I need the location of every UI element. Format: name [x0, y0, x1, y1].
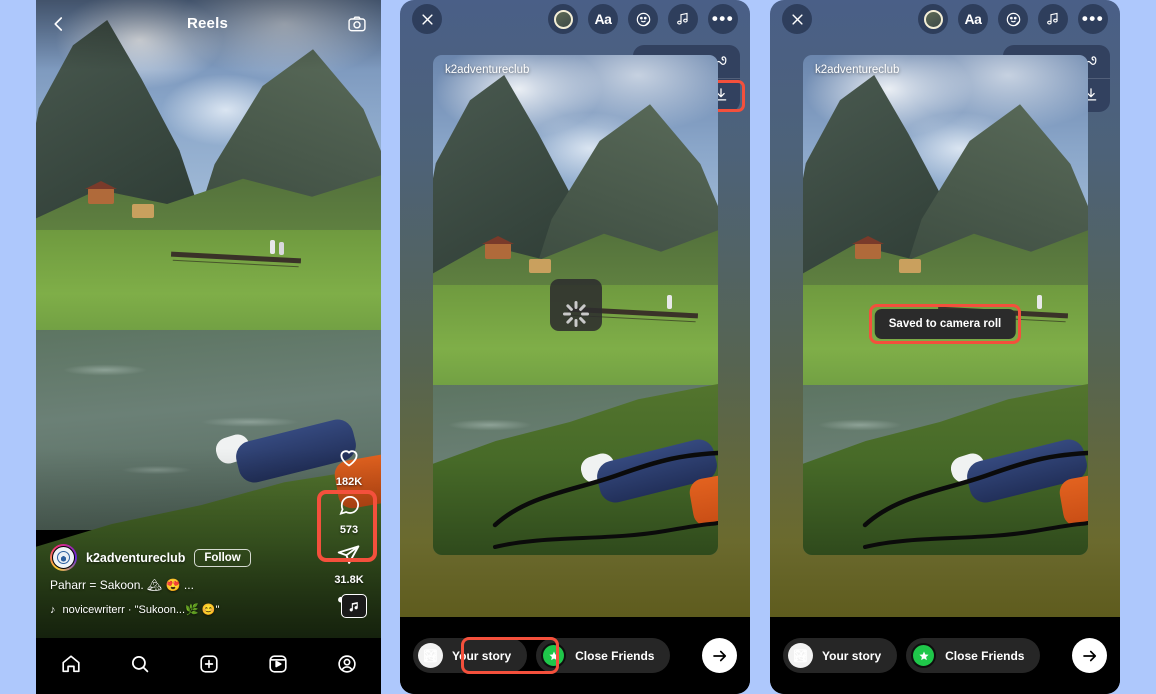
- camera-icon[interactable]: [347, 14, 367, 34]
- distant-person-a: [270, 240, 275, 254]
- author-username[interactable]: k2adventureclub: [86, 551, 185, 565]
- music-note-icon[interactable]: [668, 4, 698, 34]
- avatar[interactable]: [50, 544, 77, 571]
- story-card-username: k2adventureclub: [815, 64, 900, 76]
- share-count: 31.8K: [334, 574, 364, 586]
- close-friends-label: Close Friends: [945, 648, 1025, 663]
- comment-action[interactable]: 573: [338, 494, 361, 536]
- hut-lower: [899, 259, 921, 273]
- music-note-icon: ♪: [50, 603, 56, 616]
- hut-upper: [88, 188, 114, 204]
- editor-toolbar-3: Aa •••: [770, 0, 1120, 38]
- audio-thumbnail[interactable]: [341, 594, 367, 618]
- avatar: 🏞: [418, 643, 443, 668]
- reel-action-rail: 182K 573 31.8K •••: [325, 445, 373, 610]
- close-friends-label: Close Friends: [575, 648, 655, 663]
- color-circle-icon[interactable]: [548, 4, 578, 34]
- audio-attribution[interactable]: ♪ novicewriterr · "Sukoon...🌿 😊": [50, 603, 320, 617]
- follow-button[interactable]: Follow: [194, 548, 251, 567]
- author-row: k2adventureclub Follow: [50, 544, 320, 571]
- plus-square-icon[interactable]: [198, 653, 220, 680]
- close-friends-button[interactable]: Close Friends: [906, 638, 1041, 673]
- editor-tool-group-2: Aa •••: [548, 4, 738, 34]
- reels-viewer-panel: Reels 182K 573 31.8K k2adventureclub Fol…: [36, 0, 381, 694]
- your-story-label: Your story: [452, 648, 512, 663]
- account-circle-icon[interactable]: [336, 653, 358, 680]
- status-toast: Saved to camera roll: [874, 309, 1016, 339]
- avatar: 🏞: [788, 643, 813, 668]
- story-share-bar-2: 🏞 Your story Close Friends: [400, 617, 750, 694]
- close-icon[interactable]: [782, 4, 812, 34]
- screenshot-stage: Reels 182K 573 31.8K k2adventureclub Fol…: [0, 0, 1156, 694]
- page-title: Reels: [186, 15, 229, 32]
- hut-lower: [132, 204, 154, 218]
- reel-caption: Paharr = Sakoon. 🏔 😍 ...: [50, 578, 194, 592]
- your-story-button[interactable]: 🏞 Your story: [783, 638, 898, 673]
- your-story-label: Your story: [822, 648, 882, 663]
- star-icon: [911, 643, 937, 668]
- reel-meta-block: k2adventureclub Follow Paharr = Sakoon. …: [50, 544, 320, 616]
- comment-count: 573: [339, 524, 359, 536]
- ellipsis-icon[interactable]: •••: [1078, 4, 1108, 34]
- arrow-right-icon[interactable]: [1072, 638, 1107, 673]
- close-icon[interactable]: [412, 4, 442, 34]
- reels-icon[interactable]: [267, 653, 289, 680]
- loading-spinner: [549, 279, 602, 331]
- music-note-icon[interactable]: [1038, 4, 1068, 34]
- story-share-bar-3: 🏞 Your story Close Friends: [770, 617, 1120, 694]
- home-icon[interactable]: [60, 653, 82, 680]
- editor-toolbar-2: Aa •••: [400, 0, 750, 38]
- story-editor-saved-panel: Aa ••• Draw: [770, 0, 1120, 694]
- hut-upper: [485, 243, 511, 259]
- ellipsis-icon[interactable]: •••: [708, 4, 738, 34]
- comment-bubble-icon: [338, 494, 361, 522]
- reels-header: Reels: [36, 0, 381, 47]
- sticker-smiley-icon[interactable]: [998, 4, 1028, 34]
- arrow-right-icon[interactable]: [702, 638, 737, 673]
- sticker-smiley-icon[interactable]: [628, 4, 658, 34]
- audio-text: novicewriterr · "Sukoon...🌿 😊": [62, 604, 220, 616]
- aa-text-icon[interactable]: Aa: [588, 4, 618, 34]
- hut-upper: [855, 243, 881, 259]
- editor-tool-group-3: Aa •••: [918, 4, 1108, 34]
- search-icon[interactable]: [129, 653, 151, 680]
- story-card-username: k2adventureclub: [445, 64, 530, 76]
- distant-person-b: [279, 242, 284, 255]
- aa-text-icon[interactable]: Aa: [958, 4, 988, 34]
- story-editor-saving-panel: Aa ••• Draw: [400, 0, 750, 694]
- hut-lower: [529, 259, 551, 273]
- story-preview-card-3[interactable]: k2adventureclub: [803, 55, 1088, 555]
- chevron-left-icon[interactable]: [50, 15, 68, 33]
- story-preview-card-2[interactable]: k2adventureclub: [433, 55, 718, 555]
- bottom-tab-bar: [36, 638, 381, 694]
- distant-person-a: [667, 295, 672, 309]
- your-story-button[interactable]: 🏞 Your story: [413, 638, 528, 673]
- paper-plane-icon: [336, 542, 361, 572]
- close-friends-button[interactable]: Close Friends: [536, 638, 671, 673]
- star-icon: [541, 643, 567, 668]
- heart-icon: [337, 445, 361, 474]
- share-action[interactable]: 31.8K: [334, 542, 364, 586]
- distant-person-a: [1037, 295, 1042, 309]
- like-action[interactable]: 182K: [336, 445, 362, 488]
- color-circle-icon[interactable]: [918, 4, 948, 34]
- like-count: 182K: [335, 476, 363, 488]
